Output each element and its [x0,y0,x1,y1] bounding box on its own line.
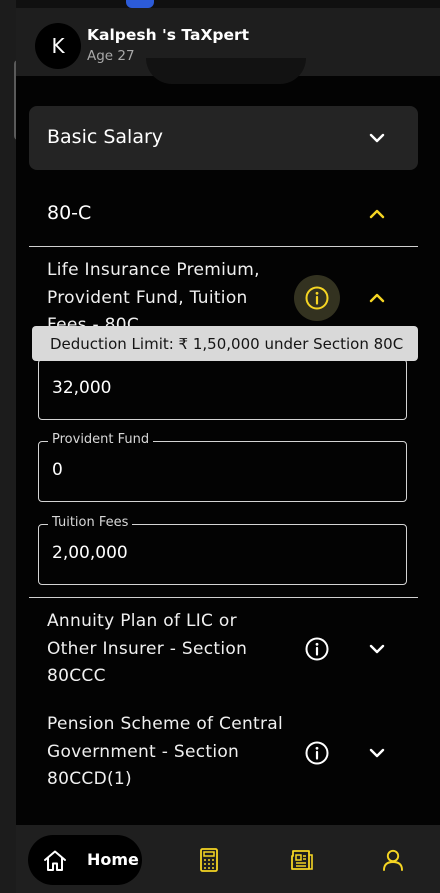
section-80c-title[interactable]: 80-C [47,202,91,224]
subsection-80ccd-title[interactable]: Pension Scheme of Central Government - S… [47,711,283,794]
user-name: Kalpesh 's TaXpert [87,26,250,44]
avatar-letter: K [51,34,65,58]
info-button-80ccd[interactable] [294,730,340,776]
divider [29,246,418,247]
field-label: Provident Fund [48,432,154,447]
info-button-80ccc[interactable] [294,626,340,672]
life-insurance-premium-field[interactable]: Life Insurance Premium 32,000 [38,350,407,420]
status-bar [16,0,440,8]
chevron-down-icon[interactable] [367,639,387,659]
chevron-down-icon[interactable] [367,743,387,763]
profile-icon[interactable] [380,847,406,873]
chevron-down-icon[interactable] [367,128,387,148]
nav-home-button[interactable]: Home [28,835,142,885]
subsection-80ccc-line2: Other Insurer - Section [47,638,248,659]
info-icon [305,286,329,310]
deduction-limit-tooltip: Deduction Limit: ₹ 1,50,000 under Sectio… [32,326,418,361]
subsection-80ccc-line1: Annuity Plan of LIC or [47,611,237,631]
section-basic-salary[interactable]: Basic Salary [29,106,418,170]
app-frame: K Kalpesh 's TaXpert Age 27 Basic Salary… [16,0,440,893]
info-icon [305,741,329,765]
info-button-80c[interactable] [294,275,340,321]
home-icon [44,850,66,871]
header-notch [146,58,306,84]
subsection-80ccd-line2: Government - Section [47,741,240,762]
provident-fund-field[interactable]: Provident Fund 0 [38,432,407,502]
subsection-80ccc-title[interactable]: Annuity Plan of LIC or Other Insurer - S… [47,608,247,691]
info-icon [305,637,329,661]
field-value[interactable]: 0 [52,460,63,480]
avatar[interactable]: K [35,23,81,69]
user-age: Age 27 [87,48,135,64]
field-value[interactable]: 2,00,000 [52,543,128,563]
subsection-80ccd-line1: Pension Scheme of Central [47,714,284,734]
subsection-80ccd-line3: 80CCD(1) [47,769,132,789]
chevron-up-icon[interactable] [367,288,387,308]
status-pill [126,0,154,8]
subsection-80ccc-line3: 80CCC [47,666,106,686]
newspaper-icon[interactable] [288,847,314,873]
tuition-fees-field[interactable]: Tuition Fees 2,00,000 [38,515,407,585]
subsection-80c-line2: Provident Fund, Tuition [47,287,248,308]
nav-home-label: Home [87,850,139,869]
subsection-80c-line1: Life Insurance Premium, [47,260,260,280]
section-title: Basic Salary [47,126,164,148]
field-label: Tuition Fees [48,515,133,530]
bottom-nav: Home [16,825,440,893]
calculator-icon[interactable] [196,847,222,873]
chevron-up-icon[interactable] [367,204,387,224]
divider [29,597,418,598]
field-value[interactable]: 32,000 [52,378,111,398]
